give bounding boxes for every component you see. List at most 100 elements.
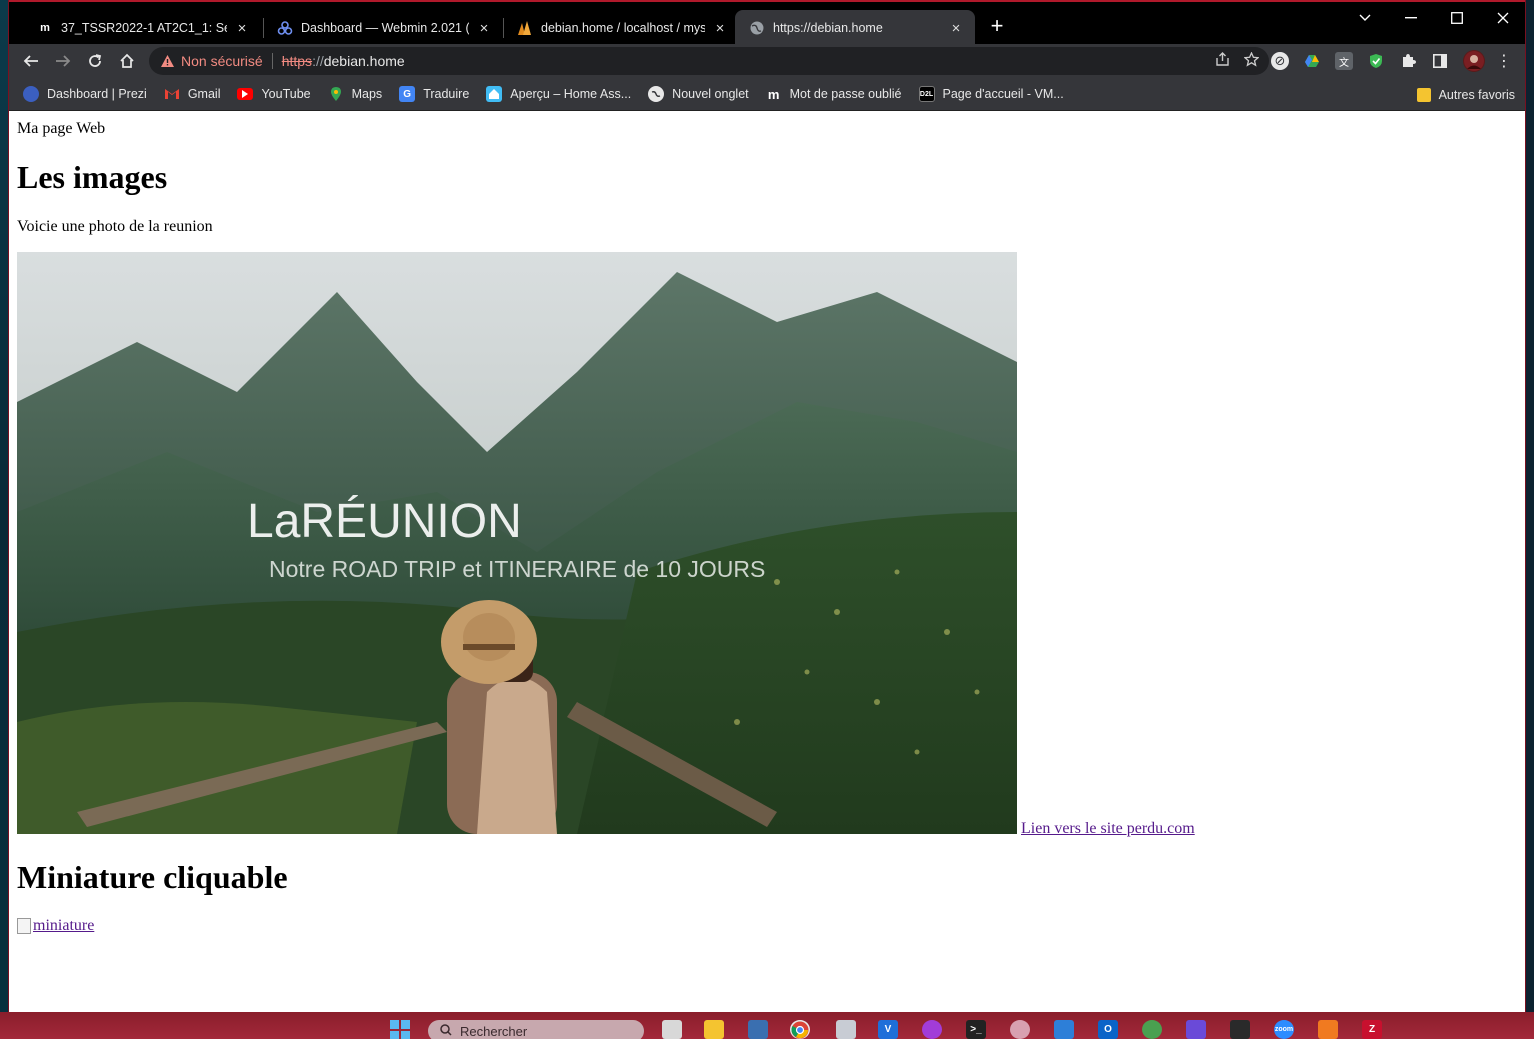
close-window-button[interactable] [1483,6,1523,30]
bookmark-label: Mot de passe oublié [789,87,902,101]
taskbar-search-placeholder: Rechercher [460,1023,528,1039]
tab-search-icon[interactable] [1345,6,1385,30]
thumbnail-alt-text: miniature [33,917,95,934]
shield-icon[interactable] [1367,52,1385,70]
bookmark-gmail[interactable]: Gmail [164,86,220,102]
heading-thumbnail: Miniature cliquable [17,859,288,895]
green-app-icon[interactable] [1142,1020,1162,1039]
translate-extension-icon[interactable]: 文 [1335,52,1353,70]
broken-image-icon [17,918,31,934]
network-app-icon[interactable] [748,1020,768,1039]
task-view-icon[interactable] [662,1020,682,1039]
messenger-icon[interactable] [922,1020,942,1039]
file-explorer-icon[interactable] [704,1020,724,1039]
new-tab-button[interactable]: + [985,13,1009,38]
bookmark-label: Page d'accueil - VM... [942,87,1064,101]
folder-icon [1416,87,1431,102]
pink-app-icon[interactable] [1010,1020,1030,1039]
camera-icon[interactable] [1230,1020,1250,1039]
close-icon[interactable]: × [711,19,729,37]
d2l-icon: D2L [918,86,935,102]
bookmark-star-icon[interactable] [1243,51,1260,71]
bookmark-label: Maps [351,87,383,101]
zoom-icon[interactable]: zoom [1274,1020,1294,1039]
bookmark-label: Dashboard | Prezi [47,87,147,101]
desktop-right-edge [1526,0,1534,1012]
settings-app-icon[interactable] [836,1020,856,1039]
reload-button[interactable] [81,48,109,74]
close-icon[interactable]: × [947,19,965,37]
address-actions [1215,51,1260,71]
globe-icon [648,86,665,102]
close-icon[interactable]: × [233,19,251,37]
tab-phpmyadmin[interactable]: debian.home / localhost / mysql × [503,10,739,46]
extension-blocker-icon[interactable]: ⊘ [1271,52,1289,70]
tab-label: https://debian.home [773,21,883,35]
security-status[interactable]: Non sécurisé [181,53,263,69]
bookmark-vm[interactable]: D2L Page d'accueil - VM... [918,86,1064,102]
browser-window: m 37_TSSR2022-1 AT2C1_1: Serveur × Dashb… [8,0,1526,1012]
bookmark-label: Traduire [423,87,470,101]
tab-debian-home[interactable]: https://debian.home × [735,10,975,46]
bookmark-home-assistant[interactable]: Aperçu – Home Ass... [486,86,631,102]
photo-title: LaRÉUNION [247,495,522,548]
url-scheme-separator: :// [312,53,324,69]
home-assistant-icon [486,86,503,102]
orange-app-icon[interactable] [1318,1020,1338,1039]
minimize-button[interactable] [1391,6,1431,30]
taskbar: Rechercher V >_ O zoom Z [0,1012,1534,1039]
bookmark-traduire[interactable]: G Traduire [399,86,469,102]
gmail-icon [164,86,180,102]
back-button[interactable] [17,48,45,74]
bookmark-maps[interactable]: Maps [328,86,383,102]
bookmark-youtube[interactable]: YouTube [237,87,311,101]
bookmark-mot-de-passe[interactable]: m Mot de passe oublié [766,86,902,102]
address-separator [271,53,273,69]
filezilla-icon[interactable]: Z [1362,1020,1382,1039]
bookmark-prezi[interactable]: Dashboard | Prezi [23,86,147,102]
url-scheme: https [281,53,313,69]
blue-app-icon[interactable] [1054,1020,1074,1039]
browser-toolbar: Non sécurisé https :// debian.home ⊘ 文 ⋮ [9,44,1525,78]
tab-webmin[interactable]: Dashboard — Webmin 2.021 (De × [263,10,503,46]
forward-button[interactable] [49,48,77,74]
other-bookmarks-label: Autres favoris [1438,87,1515,102]
bookmark-label: YouTube [261,87,311,101]
url-host: debian.home [323,53,405,69]
share-icon[interactable] [1215,52,1230,71]
extensions-puzzle-icon[interactable] [1399,52,1417,70]
address-bar[interactable]: Non sécurisé https :// debian.home [149,47,1269,75]
purple-app-icon[interactable] [1186,1020,1206,1039]
webmin-icon [277,20,293,36]
google-drive-icon[interactable] [1303,52,1321,70]
globe-icon [749,20,765,36]
side-panel-icon[interactable] [1431,52,1449,70]
thumbnail-link[interactable]: miniature [17,917,94,935]
photo-caption: Voicie une photo de la reunion [17,218,213,235]
bookmark-label: Aperçu – Home Ass... [510,87,632,101]
outlook-icon[interactable]: O [1098,1020,1118,1039]
other-bookmarks[interactable]: Autres favoris [1416,78,1515,111]
moodle-icon: m [40,22,50,34]
tab-strip: m 37_TSSR2022-1 AT2C1_1: Serveur × Dashb… [9,0,1525,46]
windows-start-icon[interactable] [390,1020,410,1039]
chrome-icon[interactable] [790,1020,810,1039]
tab-label: Dashboard — Webmin 2.021 (De [301,21,469,35]
translate-icon: G [399,86,416,102]
menu-icon[interactable]: ⋮ [1495,52,1513,70]
close-icon[interactable]: × [475,19,493,37]
bookmark-nouvel-onglet[interactable]: Nouvel onglet [648,86,749,102]
prezi-icon [23,86,39,102]
maximize-button[interactable] [1437,6,1477,30]
reunion-photo: LaRÉUNION Notre ROAD TRIP et ITINERAIRE … [17,252,1017,834]
perdu-link[interactable]: Lien vers le site perdu.com [1021,820,1195,838]
terminal-icon[interactable]: >_ [966,1020,986,1039]
vscode-icon[interactable]: V [878,1020,898,1039]
tab-moodle[interactable]: m 37_TSSR2022-1 AT2C1_1: Serveur × [23,10,261,46]
maps-icon [328,86,344,102]
avatar[interactable] [1463,50,1485,72]
home-button[interactable] [113,48,141,74]
warning-icon[interactable] [159,53,175,69]
taskbar-search[interactable]: Rechercher [428,1020,644,1039]
photo-subtitle: Notre ROAD TRIP et ITINERAIRE de 10 JOUR… [269,556,765,582]
